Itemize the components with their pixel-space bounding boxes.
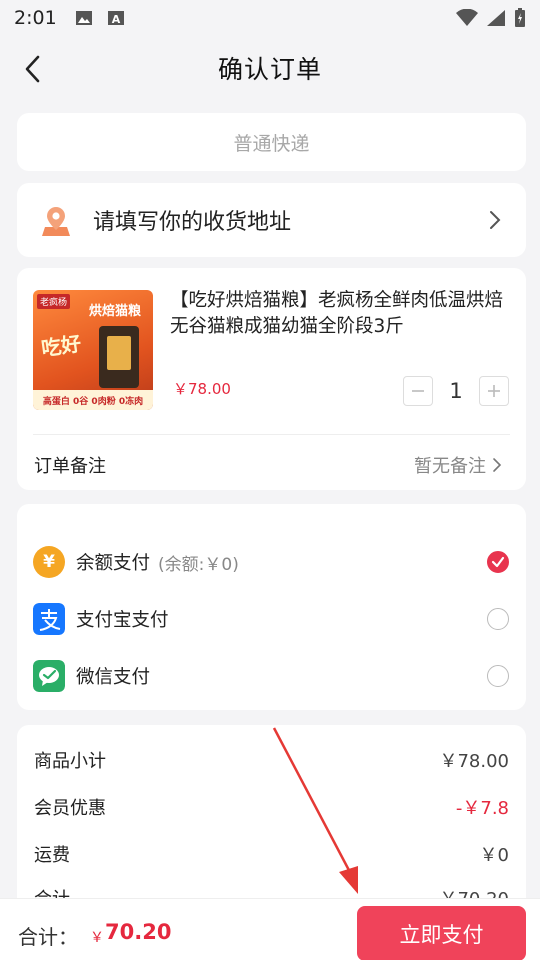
checkout-bar: 合计： ￥ 70.20 立即支付 [0,898,540,960]
check-icon [491,556,505,568]
signal-icon [487,10,505,26]
radio-selected[interactable] [487,551,509,573]
product-image-brand: 老疯杨 [37,294,71,309]
summary-label: 会员优惠 [34,798,106,819]
balance-amount: (余额:￥0) [158,554,239,575]
delivery-method-card[interactable]: 普通快递 [17,113,526,171]
increase-quantity-button[interactable] [479,376,509,406]
divider [33,434,510,435]
minus-icon [412,390,424,392]
product-image-slogan: 吃好 [39,331,83,361]
summary-row-member-discount: 会员优惠 -￥7.8 [34,794,509,820]
summary-value: ￥78.00 [439,751,509,772]
quantity-stepper: 1 [403,376,509,406]
status-bar: 2:01 A [0,0,540,36]
chevron-right-icon [493,458,502,472]
total-label: 合计： [18,925,78,949]
total-amount: 70.20 [105,920,172,944]
order-remark-field[interactable]: 暂无备注 [414,452,502,478]
decrease-quantity-button[interactable] [403,376,433,406]
payment-option-label: 支付宝支付 [76,610,169,631]
payment-option-label: 余额支付 [76,553,151,574]
svg-text:A: A [111,13,120,26]
payment-option-balance[interactable]: ¥ 余额支付 (余额:￥0) [33,542,510,582]
payment-methods-card: ¥ 余额支付 (余额:￥0) 支付宝支付 微信支付 [17,504,526,710]
address-prompt: 请填写你的收货地址 [93,210,292,235]
address-card[interactable]: 请填写你的收货地址 [17,183,526,257]
product-image-title: 烘焙猫粮 [89,304,142,319]
wifi-icon [456,9,478,26]
summary-value: ￥0 [479,845,509,866]
order-remark-value: 暂无备注 [414,456,486,477]
pay-now-button[interactable]: 立即支付 [357,906,526,960]
yuan-glyph: ¥ [43,552,55,572]
total-currency: ￥ [90,930,104,946]
summary-label: 商品小计 [34,751,106,772]
page-title: 确认订单 [217,55,322,84]
chevron-right-icon [490,211,501,229]
product-card: 老疯杨 烘焙猫粮 吃好 高蛋白 0谷 0肉粉 0冻肉 【吃好烘焙猫粮】老疯杨全鲜… [17,268,526,490]
font-notification-icon: A [107,11,124,26]
alipay-icon [33,603,65,635]
yuan-coin-icon: ¥ [33,546,65,578]
payment-option-alipay[interactable]: 支付宝支付 [33,599,510,639]
nav-bar: 确认订单 [0,36,540,100]
summary-row-subtotal: 商品小计 ￥78.00 [34,747,509,773]
product-name: 【吃好烘焙猫粮】老疯杨全鲜肉低温烘焙无谷猫粮成猫幼猫全阶段3斤 [170,290,504,337]
summary-value: -￥7.8 [455,798,509,819]
order-remark-label: 订单备注 [34,456,106,477]
summary-label: 运费 [34,845,70,866]
image-notification-icon [75,11,92,25]
wechat-icon [33,660,65,692]
payment-option-label: 微信支付 [76,667,151,688]
summary-row-shipping: 运费 ￥0 [34,841,509,867]
location-pin-icon [42,207,70,236]
product-image[interactable]: 老疯杨 烘焙猫粮 吃好 高蛋白 0谷 0肉粉 0冻肉 [33,290,153,410]
quantity-value[interactable]: 1 [433,379,479,403]
product-price: ￥78.00 [173,380,231,398]
delivery-method-label: 普通快递 [233,132,310,155]
battery-icon [515,8,525,27]
plus-icon [488,385,500,397]
radio-unselected[interactable] [487,608,509,630]
product-bag-graphic [99,326,139,388]
payment-option-wechat[interactable]: 微信支付 [33,656,510,696]
radio-unselected[interactable] [487,665,509,687]
status-time: 2:01 [14,7,57,29]
back-arrow-icon[interactable] [18,54,48,84]
product-image-strip: 高蛋白 0谷 0肉粉 0冻肉 [33,390,153,410]
